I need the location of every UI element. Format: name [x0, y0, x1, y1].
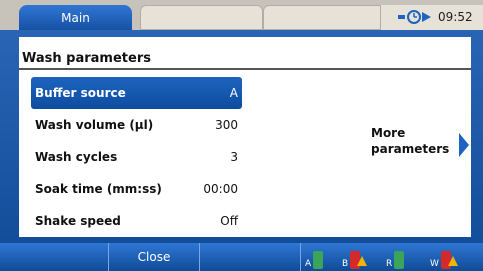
panel-title: Wash parameters — [22, 51, 151, 66]
clock: 09:52 — [438, 10, 473, 24]
tab-main-label: Main — [61, 10, 90, 25]
app-frame: Main 09:52 Wash parameters Buffer source… — [0, 0, 483, 271]
row-wash-volume[interactable]: Wash volume (µl) 300 — [31, 109, 242, 141]
reservoir-a: A — [305, 247, 324, 269]
warning-icon — [447, 256, 458, 266]
network-status-icon — [398, 10, 431, 24]
row-wash-cycles[interactable]: Wash cycles 3 — [31, 141, 242, 173]
row-value: A — [229, 86, 238, 100]
title-divider — [19, 68, 471, 70]
row-label: Shake speed — [35, 214, 121, 228]
row-label: Wash cycles — [35, 150, 118, 164]
tab-empty-2[interactable] — [263, 5, 386, 30]
bottom-divider — [300, 243, 301, 271]
row-soak-time[interactable]: Soak time (mm:ss) 00:00 — [31, 173, 242, 205]
parameter-list: Buffer source A Wash volume (µl) 300 Was… — [31, 77, 242, 237]
close-button-label: Close — [137, 250, 171, 264]
tab-main[interactable]: Main — [19, 5, 132, 30]
tab-empty-1[interactable] — [140, 5, 263, 30]
close-button[interactable]: Close — [108, 243, 200, 271]
row-buffer-source[interactable]: Buffer source A — [31, 77, 242, 109]
reservoir-label: W — [430, 259, 439, 269]
row-value: 3 — [230, 150, 238, 164]
row-shake-speed[interactable]: Shake speed Off — [31, 205, 242, 237]
row-value: 00:00 — [203, 182, 238, 196]
bottle-icon — [394, 251, 405, 269]
row-label: Wash volume (µl) — [35, 118, 154, 132]
row-value: Off — [220, 214, 238, 228]
row-label: Soak time (mm:ss) — [35, 182, 162, 196]
more-parameters-label: More parameters — [371, 126, 450, 156]
chevron-right-icon — [459, 133, 469, 157]
row-value: 300 — [215, 118, 238, 132]
more-parameters-button[interactable]: More parameters — [371, 125, 471, 169]
bottle-icon — [313, 251, 324, 269]
reservoir-label: B — [342, 259, 349, 269]
wash-parameters-panel: Wash parameters Buffer source A Wash vol… — [19, 37, 471, 237]
warning-icon — [357, 256, 368, 266]
reservoir-label: R — [386, 259, 393, 269]
row-label: Buffer source — [35, 86, 126, 100]
reservoir-r: R — [386, 247, 405, 269]
reservoir-b: B — [342, 247, 368, 269]
reservoir-w: W — [430, 247, 458, 269]
reservoir-status: A B R W — [305, 247, 475, 269]
reservoir-label: A — [305, 259, 312, 269]
tab-bar: Main 09:52 — [0, 0, 483, 30]
bottom-bar: Close A B R W — [0, 243, 483, 271]
